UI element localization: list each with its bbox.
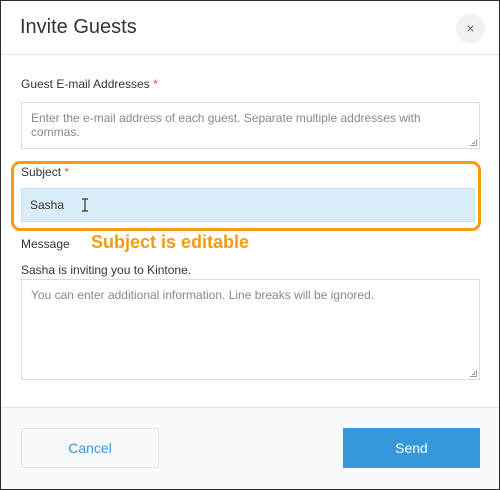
dialog-title: Invite Guests: [20, 16, 137, 38]
resize-handle-icon[interactable]: [470, 370, 477, 377]
message-placeholder: You can enter additional information. Li…: [31, 288, 375, 302]
message-textarea[interactable]: You can enter additional information. Li…: [21, 279, 480, 380]
resize-handle-icon[interactable]: [470, 139, 477, 146]
close-button[interactable]: ×: [456, 14, 485, 43]
guest-emails-placeholder: Enter the e-mail address of each guest. …: [31, 111, 421, 139]
annotation-callout: Subject is editable: [91, 232, 250, 252]
dialog-header: Invite Guests ×: [1, 1, 499, 55]
required-marker: *: [153, 77, 158, 91]
guest-emails-textarea[interactable]: Enter the e-mail address of each guest. …: [21, 102, 480, 149]
close-icon: ×: [466, 20, 475, 36]
cancel-button[interactable]: Cancel: [21, 428, 159, 468]
message-default-text: Sasha is inviting you to Kintone.: [21, 263, 192, 277]
send-button[interactable]: Send: [343, 428, 480, 468]
invite-guests-dialog: Invite Guests × Guest E-mail Addresses *…: [0, 0, 500, 490]
guest-emails-label: Guest E-mail Addresses *: [21, 77, 158, 91]
guest-emails-label-text: Guest E-mail Addresses: [21, 77, 150, 91]
subject-highlight-box: [11, 161, 481, 231]
message-label: Message: [21, 237, 70, 251]
